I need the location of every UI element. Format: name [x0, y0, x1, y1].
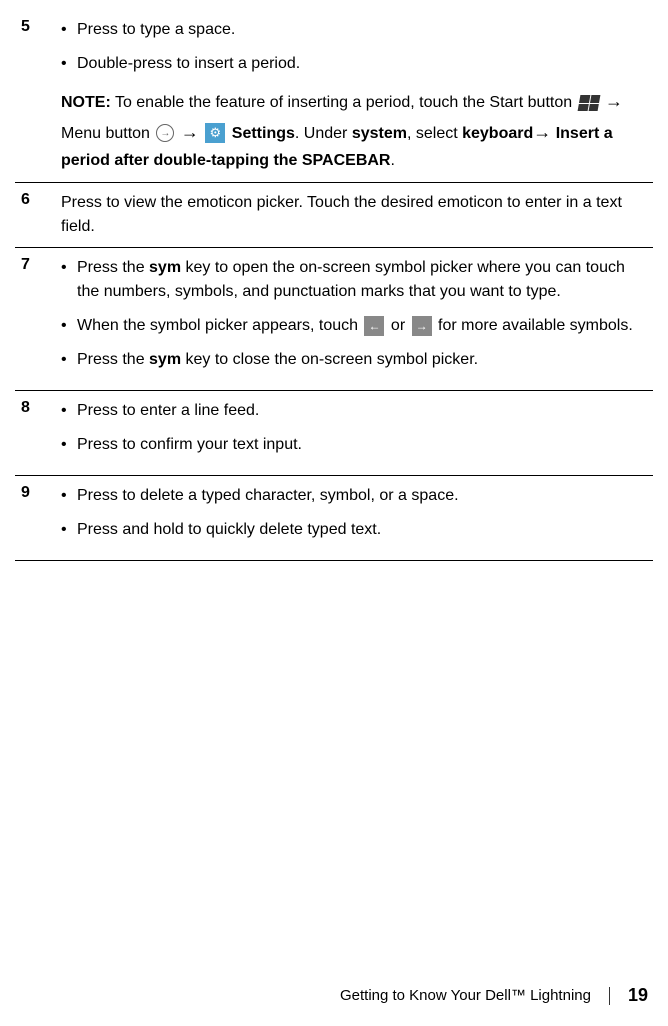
start-button-icon: [579, 95, 599, 111]
bullet-item: Press to type a space.: [61, 18, 647, 42]
row-9: 9 Press to delete a typed character, sym…: [15, 476, 653, 561]
row-5: 5 Press to type a space. Double-press to…: [15, 10, 653, 183]
right-arrow-icon: →: [412, 316, 432, 336]
page-footer: Getting to Know Your Dell™ Lightning 19: [340, 985, 648, 1006]
row-content: Press to type a space. Double-press to i…: [55, 10, 653, 183]
menu-button-icon: [156, 124, 174, 142]
bullet-item: Press the sym key to open the on-screen …: [61, 256, 647, 304]
bullet-item: Press to confirm your text input.: [61, 433, 647, 457]
instructions-table: 5 Press to type a space. Double-press to…: [15, 10, 653, 561]
row-7: 7 Press the sym key to open the on-scree…: [15, 248, 653, 391]
settings-icon: ⚙: [205, 123, 225, 143]
bullet-item: Press to enter a line feed.: [61, 399, 647, 423]
bullet-item: When the symbol picker appears, touch ← …: [61, 314, 647, 338]
note-label: NOTE:: [61, 94, 111, 111]
row-number: 7: [15, 248, 55, 391]
footer-text: Getting to Know Your Dell™ Lightning: [340, 987, 591, 1004]
row-content: Press to delete a typed character, symbo…: [55, 476, 653, 561]
footer-divider: [609, 987, 610, 1005]
bullet-item: Double-press to insert a period.: [61, 52, 647, 76]
bullet-item: Press to delete a typed character, symbo…: [61, 484, 647, 508]
row-content: Press the sym key to open the on-screen …: [55, 248, 653, 391]
row-number: 9: [15, 476, 55, 561]
bullet-item: Press and hold to quickly delete typed t…: [61, 518, 647, 542]
row-number: 6: [15, 183, 55, 248]
arrow-icon: →: [533, 122, 551, 142]
row-content: Press to view the emoticon picker. Touch…: [55, 183, 653, 248]
row-number: 8: [15, 391, 55, 476]
row-number: 5: [15, 10, 55, 183]
bullet-item: Press the sym key to close the on-screen…: [61, 348, 647, 372]
row-content: Press to enter a line feed. Press to con…: [55, 391, 653, 476]
page-number: 19: [628, 985, 648, 1006]
settings-label: Settings: [232, 125, 295, 142]
left-arrow-icon: ←: [364, 316, 384, 336]
note-block: NOTE: To enable the feature of inserting…: [61, 86, 647, 174]
arrow-icon: →: [605, 91, 623, 111]
arrow-icon: →: [181, 122, 199, 142]
row-8: 8 Press to enter a line feed. Press to c…: [15, 391, 653, 476]
row-6: 6 Press to view the emoticon picker. Tou…: [15, 183, 653, 248]
